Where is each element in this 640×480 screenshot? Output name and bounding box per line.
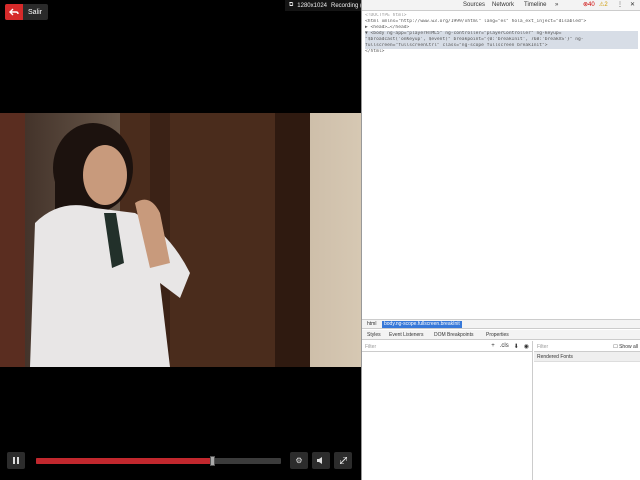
kebab-menu-icon[interactable]: ⋮ — [617, 1, 623, 8]
exit-label: Salir — [28, 8, 43, 16]
dom-tree: <!DOCTYPE html> <html xmlns="http://www.… — [362, 12, 640, 56]
fullscreen-button[interactable] — [334, 452, 352, 469]
settings-button[interactable]: ⚙ — [290, 452, 308, 469]
video-player[interactable]: Salir ⚙ — [0, 0, 361, 480]
tab-properties[interactable]: Properties — [486, 332, 509, 338]
devtools-tab-bar: Sources Network Timeline » ⊗40 ⚠2 ⋮ ✕ — [362, 0, 640, 11]
volume-button[interactable] — [312, 452, 330, 469]
tab-event-listeners[interactable]: Event Listeners — [389, 332, 423, 338]
styles-filter-placeholder: Filter — [365, 344, 377, 350]
warning-count: 2 — [604, 2, 608, 8]
styles-filter-input[interactable]: Filter + .cls ⬇ ◉ — [362, 341, 532, 352]
class-toggle-button[interactable]: .cls — [500, 343, 509, 350]
resolution-label: 1280x1024 — [297, 2, 327, 9]
warning-counter[interactable]: ⚠2 — [599, 1, 608, 8]
video-frame[interactable] — [0, 113, 361, 367]
gear-icon: ⚙ — [295, 456, 303, 465]
seek-progress — [36, 458, 213, 464]
add-rule-icon[interactable]: + — [491, 343, 495, 350]
close-icon[interactable]: ✕ — [630, 1, 635, 8]
show-all-checkbox[interactable]: ☐ Show all — [613, 344, 638, 350]
color-picker-icon[interactable]: ◉ — [524, 343, 529, 350]
elements-subtabs: Styles Event Listeners DOM Breakpoints P… — [362, 330, 640, 340]
seek-handle[interactable] — [210, 456, 216, 466]
video-image — [0, 113, 361, 367]
styles-pane: Filter + .cls ⬇ ◉ — [362, 341, 533, 480]
speaker-icon — [317, 457, 322, 464]
more-tabs-button[interactable]: » — [555, 2, 558, 8]
exit-fullscreen-button[interactable]: Salir — [5, 4, 48, 20]
tab-timeline[interactable]: Timeline — [524, 2, 546, 8]
player-controls: ⚙ — [0, 452, 361, 470]
back-arrow-icon — [5, 4, 23, 20]
pause-icon — [13, 457, 19, 464]
show-all-label: Show all — [619, 344, 638, 350]
computed-filter-input[interactable]: Filter ☐ Show all — [534, 341, 640, 352]
error-counter[interactable]: ⊗40 — [583, 1, 595, 8]
devtools-panel: Sources Network Timeline » ⊗40 ⚠2 ⋮ ✕ <!… — [361, 0, 640, 480]
tab-sources[interactable]: Sources — [463, 2, 485, 8]
breadcrumb-body[interactable]: body.ng-scope.fullscreen.breakInit — [382, 321, 462, 328]
dom-breadcrumbs: html body.ng-scope.fullscreen.breakInit — [362, 319, 640, 329]
pin-icon[interactable]: ⬇ — [514, 343, 519, 350]
window-icon[interactable]: ⧉ — [289, 2, 293, 9]
computed-pane: Filter ☐ Show all Rendered Fonts — [534, 341, 640, 480]
tab-styles[interactable]: Styles — [367, 332, 381, 338]
error-count: 40 — [588, 2, 595, 8]
seek-bar[interactable] — [36, 456, 281, 466]
dom-line[interactable]: </html> — [365, 49, 638, 55]
breadcrumb-html[interactable]: html — [365, 321, 378, 328]
tab-dom-breakpoints[interactable]: DOM Breakpoints — [434, 332, 473, 338]
computed-filter-placeholder: Filter — [537, 344, 549, 350]
pause-button[interactable] — [7, 452, 25, 469]
expand-icon — [339, 457, 347, 464]
tab-network[interactable]: Network — [492, 2, 514, 8]
rendered-fonts-header: Rendered Fonts — [534, 352, 640, 362]
